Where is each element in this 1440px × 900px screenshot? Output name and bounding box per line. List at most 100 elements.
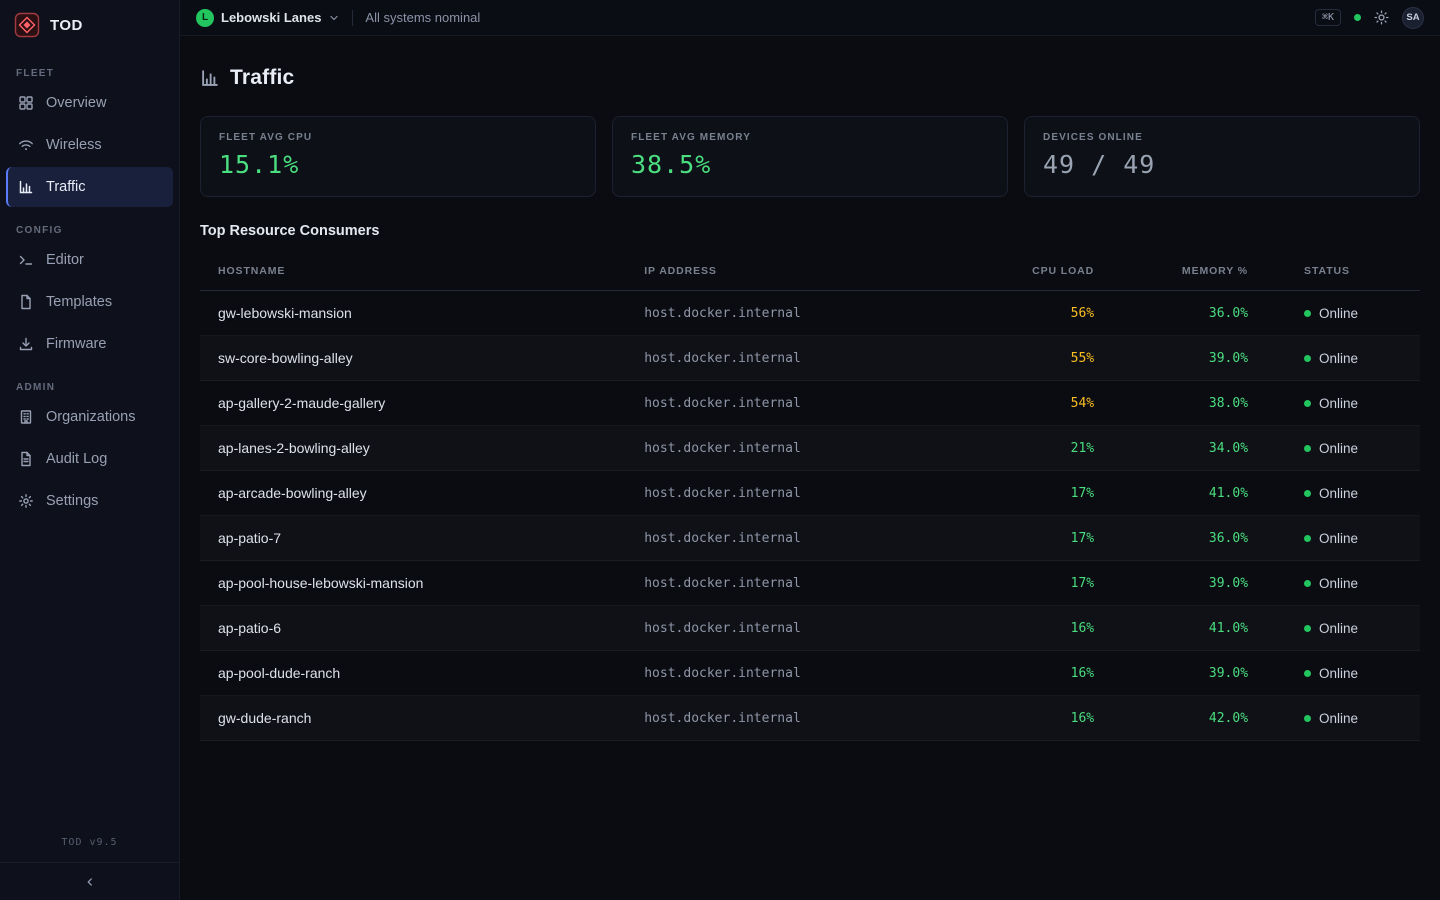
table-row[interactable]: gw-dude-ranch host.docker.internal 16% 4… [200,696,1420,741]
sidebar-item-settings[interactable]: Settings [6,481,173,521]
sidebar-item-wireless[interactable]: Wireless [6,125,173,165]
hostname-cell: ap-gallery-2-maude-gallery [218,395,644,411]
column-header-ip-address: IP Address [644,265,970,277]
gear-icon [18,493,34,509]
online-status-dot [1304,400,1311,407]
stat-card-fleet-avg-memory: Fleet Avg Memory 38.5% [612,116,1008,197]
page-title-chart-icon [200,68,220,88]
memory-cell: 38.0% [1094,396,1248,411]
sun-icon [1374,10,1389,25]
cpu-load-cell: 54% [970,396,1094,411]
cpu-load-cell: 17% [970,486,1094,501]
status-cell: Online [1248,621,1402,636]
cpu-load-cell: 17% [970,531,1094,546]
table-row[interactable]: ap-gallery-2-maude-gallery host.docker.i… [200,381,1420,426]
stat-card-devices-online: Devices Online 49 / 49 [1024,116,1420,197]
stat-label: Devices Online [1043,132,1401,143]
nav-label: Templates [46,294,112,310]
hostname-cell: gw-dude-ranch [218,710,644,726]
ip-address-cell: host.docker.internal [644,396,970,411]
cpu-load-cell: 55% [970,351,1094,366]
nav-label: Editor [46,252,84,268]
cpu-load-cell: 56% [970,306,1094,321]
status-label: Online [1319,306,1358,321]
app-version: TOD v9.5 [0,827,179,862]
sidebar-item-traffic[interactable]: Traffic [6,167,173,207]
status-label: Online [1319,666,1358,681]
system-status-text: All systems nominal [365,10,480,25]
app-logo[interactable]: TOD [0,0,179,50]
hostname-cell: gw-lebowski-mansion [218,305,644,321]
status-label: Online [1319,441,1358,456]
online-status-dot [1304,625,1311,632]
nav-label: Firmware [46,336,106,352]
sidebar-item-editor[interactable]: Editor [6,240,173,280]
main-content: Traffic Fleet Avg CPU 15.1% Fleet Avg Me… [180,36,1440,741]
status-label: Online [1319,531,1358,546]
table-row[interactable]: ap-arcade-bowling-alley host.docker.inte… [200,471,1420,516]
table-row[interactable]: ap-patio-7 host.docker.internal 17% 36.0… [200,516,1420,561]
sidebar-item-firmware[interactable]: Firmware [6,324,173,364]
status-cell: Online [1248,351,1402,366]
sidebar-item-templates[interactable]: Templates [6,282,173,322]
user-avatar[interactable]: SA [1402,7,1424,29]
sidebar-collapse-button[interactable] [0,862,179,900]
nav-section-admin-label: Admin [16,382,163,393]
org-switcher[interactable]: L Lebowski Lanes [196,9,340,27]
page-title: Traffic [230,66,294,90]
table-row[interactable]: gw-lebowski-mansion host.docker.internal… [200,291,1420,336]
table-row[interactable]: sw-core-bowling-alley host.docker.intern… [200,336,1420,381]
hostname-cell: ap-pool-dude-ranch [218,665,644,681]
sidebar-item-overview[interactable]: Overview [6,83,173,123]
status-label: Online [1319,621,1358,636]
column-header-memory: Memory % [1094,265,1248,277]
health-status-dot [1354,14,1361,21]
column-header-cpu-load: CPU Load [970,265,1094,277]
topbar-divider [352,10,353,26]
theme-toggle-button[interactable] [1374,10,1389,25]
ip-address-cell: host.docker.internal [644,441,970,456]
column-header-hostname: Hostname [218,265,644,277]
command-palette-shortcut[interactable]: ⌘K [1315,9,1341,26]
status-label: Online [1319,351,1358,366]
nav-label: Overview [46,95,106,111]
sidebar-item-audit-log[interactable]: Audit Log [6,439,173,479]
building-icon [18,409,34,425]
status-cell: Online [1248,711,1402,726]
cpu-load-cell: 16% [970,666,1094,681]
online-status-dot [1304,580,1311,587]
table-row[interactable]: ap-pool-house-lebowski-mansion host.dock… [200,561,1420,606]
memory-cell: 36.0% [1094,531,1248,546]
memory-cell: 42.0% [1094,711,1248,726]
table-row[interactable]: ap-pool-dude-ranch host.docker.internal … [200,651,1420,696]
nav-section-config-label: Config [16,225,163,236]
memory-cell: 39.0% [1094,576,1248,591]
online-status-dot [1304,715,1311,722]
table-row[interactable]: ap-lanes-2-bowling-alley host.docker.int… [200,426,1420,471]
status-cell: Online [1248,531,1402,546]
status-label: Online [1319,576,1358,591]
resource-table: Hostname IP Address CPU Load Memory % St… [200,251,1420,741]
memory-cell: 41.0% [1094,486,1248,501]
chevron-down-icon [328,12,340,24]
stat-value: 38.5% [631,150,989,179]
stat-label: Fleet Avg CPU [219,132,577,143]
sidebar-item-organizations[interactable]: Organizations [6,397,173,437]
status-cell: Online [1248,396,1402,411]
ip-address-cell: host.docker.internal [644,306,970,321]
status-cell: Online [1248,666,1402,681]
cpu-load-cell: 16% [970,621,1094,636]
column-header-status: Status [1248,265,1402,277]
org-name: Lebowski Lanes [221,10,321,25]
memory-cell: 39.0% [1094,351,1248,366]
grid-icon [18,95,34,111]
table-body: gw-lebowski-mansion host.docker.internal… [200,291,1420,741]
online-status-dot [1304,310,1311,317]
stat-value: 15.1% [219,150,577,179]
nav-label: Traffic [46,179,85,195]
terminal-icon [18,252,34,268]
hostname-cell: sw-core-bowling-alley [218,350,644,366]
table-row[interactable]: ap-patio-6 host.docker.internal 16% 41.0… [200,606,1420,651]
ip-address-cell: host.docker.internal [644,621,970,636]
app-name: TOD [50,17,83,34]
